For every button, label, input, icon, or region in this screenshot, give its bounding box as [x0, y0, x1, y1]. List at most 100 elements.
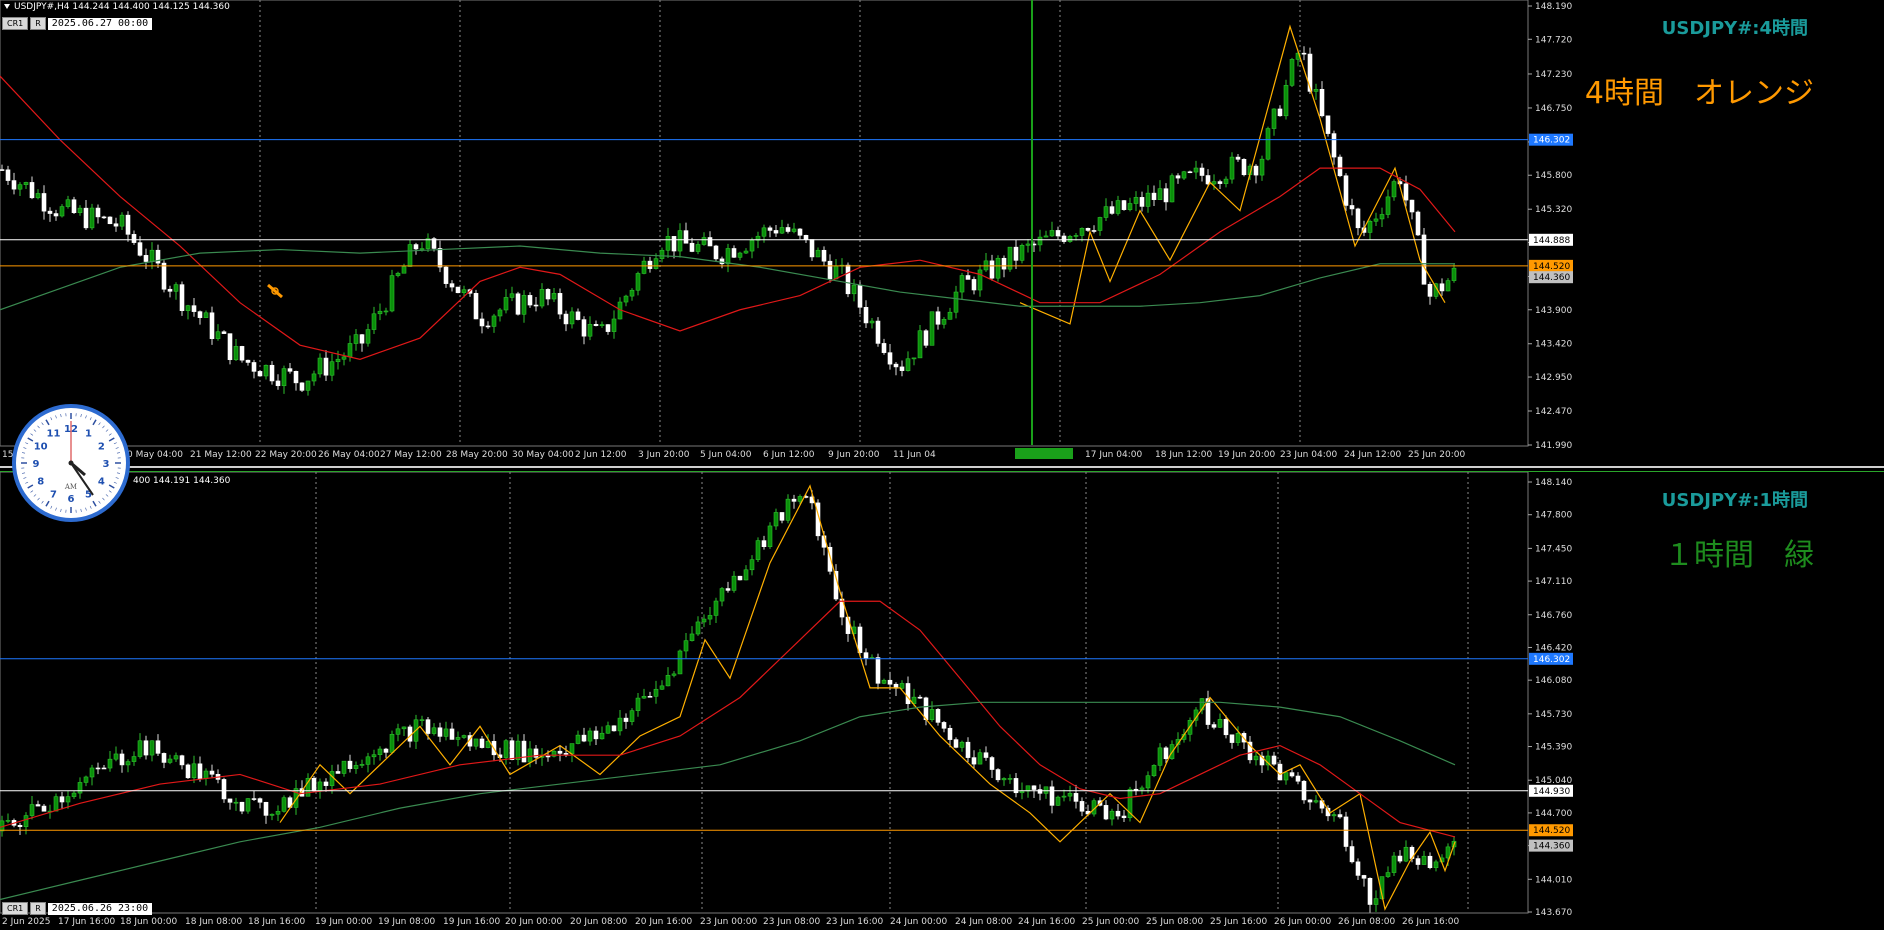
price-tick-label: 143.670	[1535, 908, 1572, 918]
time-tick-label: 2 Jun 12:00	[575, 450, 627, 460]
clock-tick	[105, 429, 109, 432]
clock-tick	[27, 437, 34, 442]
time-tick-label: 18 Jun 00:00	[120, 917, 177, 927]
time-tick-label: 24 Jun 00:00	[890, 917, 947, 927]
clock-tick	[89, 505, 92, 509]
time-tick-label: 3 Jun 20:00	[638, 450, 690, 460]
clock-tick	[115, 477, 119, 479]
collapse-triangle-icon[interactable]	[4, 4, 10, 9]
clock-tick	[113, 442, 117, 445]
clock-face: 12 1234567891011AM	[21, 413, 121, 513]
time-tick-label: 18 Jun 08:00	[185, 917, 242, 927]
clock-tick	[85, 415, 87, 419]
h4-chart-panel[interactable]: 148.190147.720147.230146.750146.270145.8…	[0, 0, 1884, 466]
clock-tick	[27, 484, 34, 489]
price-tick-label: 144.010	[1535, 875, 1572, 885]
time-tick-label: 18 Jun 16:00	[248, 917, 305, 927]
time-tick-label: 23 Jun 08:00	[763, 917, 820, 927]
r-button[interactable]: R	[30, 902, 46, 915]
h1-chart-canvas[interactable]: 148.140 147.800 147.450 147.110 146.760 146.4…	[0, 472, 1884, 930]
clock-number: 4	[98, 477, 105, 488]
clock-number: 11	[47, 429, 61, 440]
price-tick-label: 144.700	[1535, 809, 1572, 819]
price-tick-label: 148.140	[1535, 478, 1572, 488]
clock-tick	[37, 425, 40, 429]
pencil-icon[interactable]	[267, 283, 283, 299]
h4-symbol-info: USDJPY#,H4 144.244 144.400 144.125 144.3…	[4, 2, 230, 12]
ma-red	[0, 600, 1456, 838]
time-tick-label: 25 Jun 16:00	[1210, 917, 1267, 927]
time-tick-label: 2 Jun 2025	[2, 917, 50, 927]
ma-red	[0, 75, 1456, 360]
clock-tick	[89, 417, 92, 421]
price-badge-text: 146.302	[1533, 655, 1570, 665]
clock-center	[68, 460, 74, 466]
zigzag-line	[279, 484, 1456, 911]
clock-tick	[23, 447, 27, 449]
price-tick-label: 146.080	[1535, 676, 1572, 686]
h4-date-field[interactable]: 2025.06.27 00:00	[47, 17, 153, 30]
price-tick-label: 147.800	[1535, 511, 1572, 521]
clock-number: 2	[98, 442, 105, 453]
h4-toolbar: CR1 R 2025.06.27 00:00	[2, 17, 153, 30]
clock-tick	[33, 429, 37, 432]
clock-tick	[115, 447, 119, 449]
clock-tick	[108, 433, 112, 436]
clock-number: 7	[50, 489, 57, 500]
clock-tick	[60, 414, 62, 418]
time-tick-label: 21 May 12:00	[190, 450, 252, 460]
clock-number: 6	[68, 494, 75, 505]
time-tick-label: 9 Jun 20:00	[828, 450, 880, 460]
time-tick-label: 26 May 04:00	[318, 450, 380, 460]
clock-tick	[92, 500, 97, 507]
clock-tick	[105, 494, 109, 497]
h1-symbol-title: USDJPY#:1時間	[1661, 490, 1808, 511]
h1-chart-panel[interactable]: 148.140 147.800 147.450 147.110 146.760 146.4…	[0, 472, 1884, 930]
clock-tick	[37, 497, 40, 501]
price-tick-label: 147.110	[1535, 577, 1572, 587]
clock-tick	[55, 507, 57, 511]
clock-tick	[92, 419, 97, 426]
clock-tick	[116, 472, 120, 474]
clock-tick	[23, 477, 27, 479]
price-badge-text: 144.520	[1533, 826, 1570, 836]
clock-number: 8	[37, 477, 44, 488]
h4-symbol-title: USDJPY#:4時間	[1661, 18, 1808, 39]
clock-tick	[50, 417, 53, 421]
clock-tick	[80, 508, 82, 512]
ma-green	[0, 701, 1456, 901]
clock-number: 9	[33, 459, 40, 470]
price-tick-label: 146.760	[1535, 611, 1572, 621]
clock-tick	[41, 500, 44, 504]
clock-am-label: AM	[64, 483, 77, 491]
price-tick-label: 143.420	[1535, 340, 1572, 350]
clock-number: 1	[85, 429, 92, 440]
h1-ohlc-text: 400 144.191 144.360	[133, 476, 231, 486]
plot-frame	[0, 0, 1529, 447]
price-badge-text: 144.360	[1533, 842, 1570, 852]
h4-timeframe-label: 4時間 オレンジ	[1584, 76, 1814, 111]
clock-tick	[22, 472, 26, 474]
time-tick-label: 20 Jun 08:00	[570, 917, 627, 927]
price-tick-label: 142.470	[1535, 407, 1572, 417]
analog-clock: 12 1 2 3 4 5 6 7 8 9 10 11 AM	[12, 404, 130, 522]
cr1-button[interactable]: CR1	[2, 17, 29, 30]
time-tick-label: 23 Jun 04:00	[1280, 450, 1337, 460]
cr1-button[interactable]: CR1	[2, 902, 29, 915]
clock-tick	[98, 500, 101, 504]
time-tick-label: 24 Jun 12:00	[1344, 450, 1401, 460]
clock-tick	[45, 500, 50, 507]
clock-tick	[102, 425, 105, 429]
clock-tick	[50, 505, 53, 509]
price-tick-label: 147.230	[1535, 70, 1572, 80]
clock-tick	[41, 422, 44, 426]
time-tick-label: 28 May 20:00	[446, 450, 508, 460]
clock-tick	[108, 484, 115, 489]
price-tick-label: 147.450	[1535, 544, 1572, 554]
clock-tick	[30, 490, 34, 493]
time-tick-label: 26 Jun 16:00	[1402, 917, 1459, 927]
price-tick-label: 143.900	[1535, 306, 1572, 316]
r-button[interactable]: R	[30, 17, 46, 30]
clock-tick	[60, 508, 62, 512]
h1-date-field[interactable]: 2025.06.26 23:00	[47, 902, 153, 915]
